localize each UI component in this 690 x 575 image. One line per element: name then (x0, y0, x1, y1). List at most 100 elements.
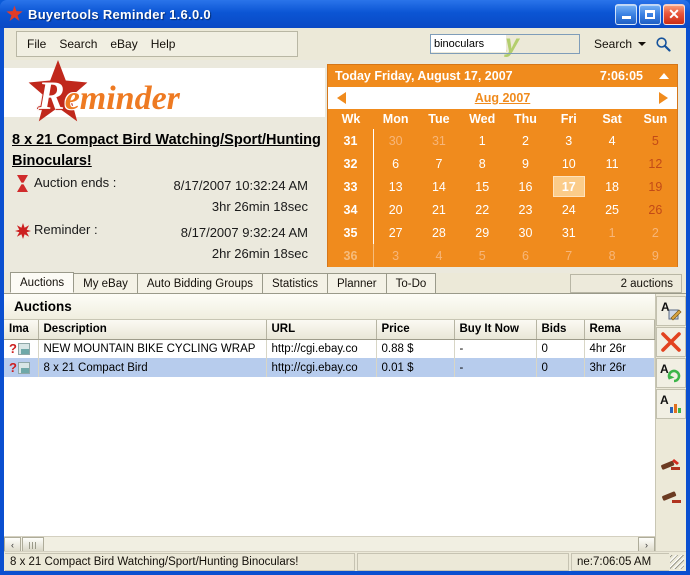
search-button[interactable]: Search (594, 37, 632, 51)
calendar-day[interactable]: 5 (634, 129, 677, 152)
tab-planner[interactable]: Planner (327, 273, 387, 293)
calendar-day[interactable]: 1 (590, 221, 633, 244)
bid-now-button[interactable] (656, 451, 686, 481)
edit-description-button[interactable]: A (656, 296, 686, 326)
refresh-button[interactable]: A (656, 358, 686, 388)
statistics-button[interactable]: A (656, 389, 686, 419)
table-header-row[interactable]: ImaDescriptionURLPriceBuy It NowBidsRema (4, 320, 655, 339)
calendar-day[interactable]: 3 (374, 244, 417, 267)
svg-text:A: A (660, 393, 669, 407)
calendar-day[interactable]: 8 (590, 244, 633, 267)
cell-remaining[interactable]: 4hr 26r (584, 339, 655, 358)
collapse-icon[interactable] (659, 73, 669, 79)
menu-item-ebay[interactable]: eBay (110, 37, 137, 51)
calendar-month-label[interactable]: Aug 2007 (475, 91, 531, 105)
calendar-day[interactable]: 27 (374, 221, 417, 244)
maximize-button[interactable] (639, 4, 661, 25)
calendar-day[interactable]: 25 (590, 198, 633, 221)
calendar-week-number: 32 (328, 152, 374, 175)
calendar-day[interactable]: 6 (374, 152, 417, 175)
calendar-day[interactable]: 1 (461, 129, 504, 152)
tab-auto-bidding-groups[interactable]: Auto Bidding Groups (137, 273, 263, 293)
title-bar[interactable]: Buyertools Reminder 1.6.0.0 ✕ (0, 0, 690, 28)
calendar-day[interactable]: 9 (504, 152, 547, 175)
cell-price[interactable]: 0.88 $ (376, 339, 454, 358)
column-header-description[interactable]: Description (38, 320, 266, 339)
calendar-box: Today Friday, August 17, 2007 7:06:05 Au… (327, 64, 678, 267)
cell-buy-it-now[interactable]: - (454, 358, 536, 377)
tab-statistics[interactable]: Statistics (262, 273, 328, 293)
calendar-day[interactable]: 29 (461, 221, 504, 244)
calendar-day[interactable]: 30 (504, 221, 547, 244)
column-header-price[interactable]: Price (376, 320, 454, 339)
cell-url[interactable]: http://cgi.ebay.co (266, 358, 376, 377)
calendar-day[interactable]: 4 (590, 129, 633, 152)
cell-remaining[interactable]: 3hr 26r (584, 358, 655, 377)
calendar-day[interactable]: 8 (461, 152, 504, 175)
table-row[interactable]: ?8 x 21 Compact Birdhttp://cgi.ebay.co0.… (4, 358, 655, 377)
tab-to-do[interactable]: To-Do (386, 273, 437, 293)
prev-month-icon[interactable] (337, 92, 346, 104)
calendar-day[interactable]: 17 (547, 175, 590, 198)
calendar-day[interactable]: 11 (590, 152, 633, 175)
calendar-day[interactable]: 22 (461, 198, 504, 221)
menu-item-search[interactable]: Search (59, 37, 97, 51)
column-header-rema[interactable]: Rema (584, 320, 655, 339)
search-input[interactable] (430, 34, 580, 54)
calendar-day[interactable]: 7 (417, 152, 460, 175)
next-month-icon[interactable] (659, 92, 668, 104)
calendar-day[interactable]: 20 (374, 198, 417, 221)
column-header-bids[interactable]: Bids (536, 320, 584, 339)
calendar-day[interactable]: 5 (461, 244, 504, 267)
menu-item-file[interactable]: File (27, 37, 46, 51)
cell-description[interactable]: NEW MOUNTAIN BIKE CYCLING WRAP (38, 339, 266, 358)
chevron-down-icon[interactable] (638, 42, 646, 46)
calendar-day[interactable]: 14 (417, 175, 460, 198)
cell-url[interactable]: http://cgi.ebay.co (266, 339, 376, 358)
delete-button[interactable] (656, 327, 686, 357)
column-header-buy-it-now[interactable]: Buy It Now (454, 320, 536, 339)
calendar-day[interactable]: 28 (417, 221, 460, 244)
calendar-day[interactable]: 3 (547, 129, 590, 152)
calendar-day[interactable]: 18 (590, 175, 633, 198)
calendar-day[interactable]: 19 (634, 175, 677, 198)
calendar-day[interactable]: 13 (374, 175, 417, 198)
calendar-day[interactable]: 10 (547, 152, 590, 175)
cell-bids[interactable]: 0 (536, 358, 584, 377)
tab-auctions[interactable]: Auctions (10, 272, 74, 293)
calendar-day[interactable]: 2 (504, 129, 547, 152)
calendar-day[interactable]: 31 (547, 221, 590, 244)
cell-description[interactable]: 8 x 21 Compact Bird (38, 358, 266, 377)
question-mark-icon: ? (9, 343, 17, 355)
calendar-day[interactable]: 7 (547, 244, 590, 267)
calendar-day[interactable]: 12 (634, 152, 677, 175)
calendar-day[interactable]: 21 (417, 198, 460, 221)
calendar-day[interactable]: 26 (634, 198, 677, 221)
search-icon[interactable] (655, 36, 671, 52)
table-row[interactable]: ? NEW MOUNTAIN BIKE CYCLING WRAPhttp://cg… (4, 339, 655, 358)
calendar-day[interactable]: 16 (504, 175, 547, 198)
resize-grip-icon[interactable] (670, 555, 684, 569)
column-header-url[interactable]: URL (266, 320, 376, 339)
calendar-day[interactable]: 4 (417, 244, 460, 267)
minimize-button[interactable] (615, 4, 637, 25)
calendar-day[interactable]: 6 (504, 244, 547, 267)
calendar-day[interactable]: 9 (634, 244, 677, 267)
calendar-day[interactable]: 23 (504, 198, 547, 221)
cell-buy-it-now[interactable]: - (454, 339, 536, 358)
calendar-day[interactable]: 15 (461, 175, 504, 198)
close-button[interactable]: ✕ (663, 4, 685, 25)
cell-bids[interactable]: 0 (536, 339, 584, 358)
cell-price[interactable]: 0.01 $ (376, 358, 454, 377)
calendar-day-today[interactable]: 17 (553, 176, 585, 197)
cell-image[interactable]: ? (4, 358, 38, 377)
calendar-day[interactable]: 30 (374, 129, 417, 152)
calendar-day[interactable]: 31 (417, 129, 460, 152)
calendar-day[interactable]: 24 (547, 198, 590, 221)
menu-item-help[interactable]: Help (151, 37, 176, 51)
column-header-ima[interactable]: Ima (4, 320, 38, 339)
auction-button[interactable] (656, 482, 686, 512)
tab-my-ebay[interactable]: My eBay (73, 273, 138, 293)
calendar-day[interactable]: 2 (634, 221, 677, 244)
cell-image[interactable]: ? (4, 339, 38, 358)
